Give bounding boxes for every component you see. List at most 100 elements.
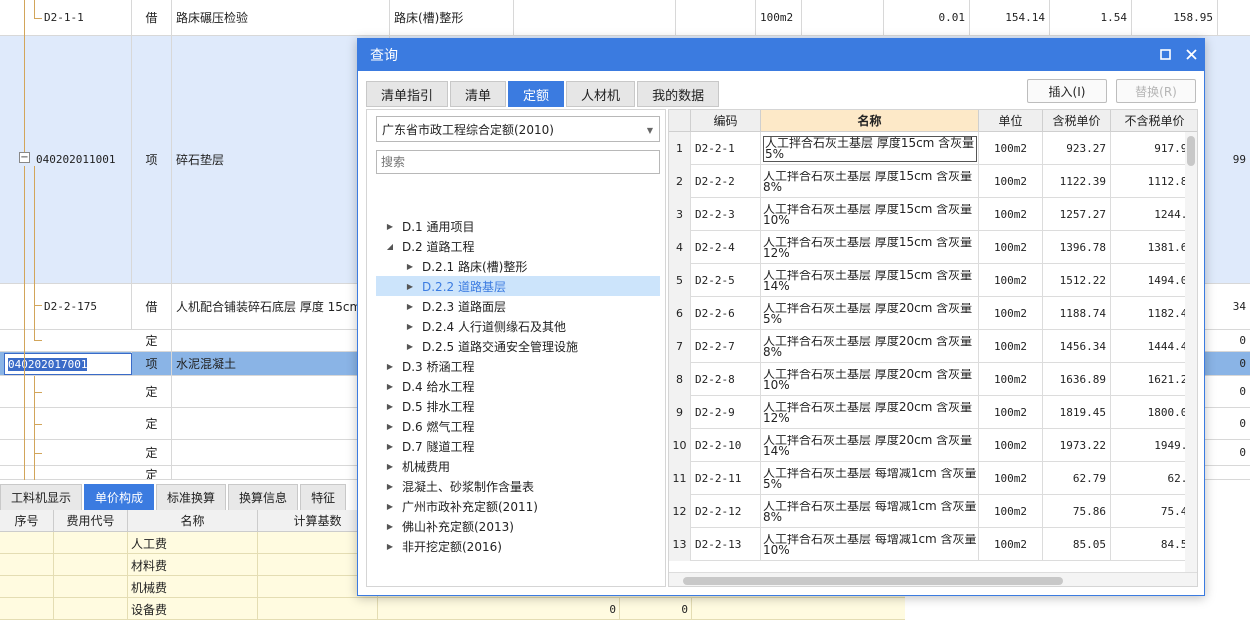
maximize-icon[interactable] xyxy=(1156,45,1174,63)
caret-right-icon[interactable]: ▶ xyxy=(404,322,416,331)
caret-right-icon[interactable]: ▶ xyxy=(384,522,396,531)
cell-code: D2-2-8 xyxy=(691,363,761,396)
tree-item[interactable]: ▶ D.4 给水工程 xyxy=(376,376,660,396)
table-row[interactable]: 5 D2-2-5 人工拌合石灰土基层 厚度15cm 含灰量14% 100m2 1512.… xyxy=(669,264,1197,297)
cell-index: 5 xyxy=(669,264,691,297)
col-header-unit[interactable]: 单位 xyxy=(979,110,1043,132)
caret-right-icon[interactable]: ▶ xyxy=(404,262,416,271)
caret-right-icon[interactable]: ▶ xyxy=(384,382,396,391)
table-row[interactable]: 设备费 0 0 xyxy=(0,598,905,620)
caret-right-icon[interactable]: ▶ xyxy=(384,362,396,371)
cell-price-tax: 1257.27 xyxy=(1043,198,1111,231)
col-header-price[interactable]: 不含税单价 xyxy=(1111,110,1197,132)
tab-bill[interactable]: 清单 xyxy=(450,81,507,107)
tab-material-display[interactable]: 工料机显示 xyxy=(0,484,83,510)
cell-name-text: 人工拌合石灰土基层 厚度20cm 含灰量12% xyxy=(763,401,973,424)
caret-right-icon[interactable]: ▶ xyxy=(404,282,416,291)
tab-my-data[interactable]: 我的数据 xyxy=(637,81,720,107)
cell-code: D2-2-4 xyxy=(691,231,761,264)
tab-quota[interactable]: 定额 xyxy=(508,81,565,107)
tree-item[interactable]: ▶ D.2.5 道路交通安全管理设施 xyxy=(376,336,660,356)
row-tail: 0 xyxy=(1239,385,1246,398)
table-row[interactable]: 10 D2-2-10 人工拌合石灰土基层 厚度20cm 含灰量14% 100m2 197… xyxy=(669,429,1197,462)
table-row[interactable]: 13 D2-2-13 人工拌合石灰土基层 每增减1cm 含灰量10% 100m2 85.… xyxy=(669,528,1197,561)
tree-item[interactable]: ▶ D.1 通用项目 xyxy=(376,216,660,236)
caret-right-icon[interactable]: ▶ xyxy=(384,402,396,411)
cell-code: D2-2-6 xyxy=(691,297,761,330)
caret-right-icon[interactable]: ▶ xyxy=(384,462,396,471)
caret-right-icon[interactable]: ▶ xyxy=(384,542,396,551)
tree-item-label: D.6 燃气工程 xyxy=(402,419,475,434)
search-input[interactable] xyxy=(376,150,660,174)
tree-item[interactable]: ▶ D.3 桥涵工程 xyxy=(376,356,660,376)
cell-unit: 100m2 xyxy=(979,264,1043,297)
tree-item[interactable]: ▶ D.2.2 道路基层 xyxy=(376,276,660,296)
tree-item[interactable]: ▶ 混凝土、砂浆制作含量表 xyxy=(376,476,660,496)
tree-item[interactable]: ▶ D.2.3 道路面层 xyxy=(376,296,660,316)
caret-right-icon[interactable]: ▶ xyxy=(404,342,416,351)
scroll-thumb[interactable] xyxy=(683,577,1063,585)
tree-item-label: D.4 给水工程 xyxy=(402,379,475,394)
col-header-price-tax[interactable]: 含税单价 xyxy=(1043,110,1111,132)
table-row[interactable]: 6 D2-2-6 人工拌合石灰土基层 厚度20cm 含灰量5% 100m2 1188.7… xyxy=(669,297,1197,330)
tree-item[interactable]: ◢ D.2 道路工程 xyxy=(376,236,660,256)
cell-name-text: 人工拌合石灰土基层 每增减1cm 含灰量8% xyxy=(763,500,977,523)
tab-materials[interactable]: 人材机 xyxy=(566,81,636,107)
table-row[interactable]: 12 D2-2-12 人工拌合石灰土基层 每增减1cm 含灰量8% 100m2 75.8… xyxy=(669,495,1197,528)
tab-unit-price[interactable]: 单价构成 xyxy=(84,484,155,510)
caret-right-icon[interactable]: ▶ xyxy=(384,502,396,511)
tree-item[interactable]: ▶ D.5 排水工程 xyxy=(376,396,660,416)
cell xyxy=(0,576,54,598)
caret-right-icon[interactable]: ▶ xyxy=(384,442,396,451)
col-header-name[interactable]: 名称 xyxy=(128,510,258,532)
tree-item-label: D.2.5 道路交通安全管理设施 xyxy=(422,339,578,354)
dialog-tabs: 清单指引 清单 定额 人材机 我的数据 xyxy=(366,81,721,107)
caret-right-icon[interactable]: ▶ xyxy=(384,482,396,491)
caret-right-icon[interactable]: ▶ xyxy=(384,422,396,431)
horizontal-scrollbar[interactable] xyxy=(669,572,1197,586)
collapse-icon[interactable]: − xyxy=(19,152,30,163)
caret-down-icon[interactable]: ◢ xyxy=(384,242,396,251)
caret-right-icon[interactable]: ▶ xyxy=(404,302,416,311)
tree-item[interactable]: ▶ D.7 隧道工程 xyxy=(376,436,660,456)
close-icon[interactable] xyxy=(1182,45,1200,63)
cell-name-text: 人工拌合石灰土基层 厚度20cm 含灰量5% xyxy=(763,302,973,325)
tree-item[interactable]: ▶ D.2.4 人行道侧缘石及其他 xyxy=(376,316,660,336)
table-row[interactable]: D2-1-1 借 路床碾压检验 路床(槽)整形 100m2 0.01 154.1… xyxy=(0,0,1250,36)
table-row[interactable]: 11 D2-2-11 人工拌合石灰土基层 每增减1cm 含灰量5% 100m2 62.7… xyxy=(669,462,1197,495)
table-row[interactable]: 4 D2-2-4 人工拌合石灰土基层 厚度15cm 含灰量12% 100m2 1396.… xyxy=(669,231,1197,264)
vertical-scrollbar[interactable] xyxy=(1185,132,1197,572)
table-row[interactable]: 1 D2-2-1 人工拌合石灰土基层 厚度15cm 含灰量5% 100m2 923.27… xyxy=(669,132,1197,165)
tree-item[interactable]: ▶ 佛山补充定额(2013) xyxy=(376,516,660,536)
dialog-title-bar[interactable]: 查询 xyxy=(358,39,1204,71)
table-row[interactable]: 9 D2-2-9 人工拌合石灰土基层 厚度20cm 含灰量12% 100m2 1819.… xyxy=(669,396,1197,429)
col-header-code[interactable]: 编码 xyxy=(691,110,761,132)
col-header-name[interactable]: 名称 xyxy=(761,110,979,132)
cell-index: 7 xyxy=(669,330,691,363)
tab-standard-conversion[interactable]: 标准换算 xyxy=(156,484,227,510)
tree-item[interactable]: ▶ 非开挖定额(2016) xyxy=(376,536,660,556)
cell-index: 10 xyxy=(669,429,691,462)
tree-item[interactable]: ▶ D.6 燃气工程 xyxy=(376,416,660,436)
library-select[interactable]: 广东省市政工程综合定额(2010) ▼ xyxy=(376,116,660,142)
table-row[interactable]: 3 D2-2-3 人工拌合石灰土基层 厚度15cm 含灰量10% 100m2 1257.… xyxy=(669,198,1197,231)
scroll-thumb[interactable] xyxy=(1187,136,1195,166)
table-row[interactable]: 7 D2-2-7 人工拌合石灰土基层 厚度20cm 含灰量8% 100m2 1456.3… xyxy=(669,330,1197,363)
tree-item[interactable]: ▶ 机械费用 xyxy=(376,456,660,476)
insert-button[interactable]: 插入(I) xyxy=(1027,79,1107,103)
tree-item[interactable]: ▶ 广州市政补充定额(2011) xyxy=(376,496,660,516)
row-tail: 0 xyxy=(1239,334,1246,347)
caret-right-icon[interactable]: ▶ xyxy=(384,222,396,231)
col-header-code[interactable]: 费用代号 xyxy=(54,510,128,532)
col-header-index[interactable]: 序号 xyxy=(0,510,54,532)
tree-item[interactable]: ▶ D.2.1 路床(槽)整形 xyxy=(376,256,660,276)
replace-button[interactable]: 替换(R) xyxy=(1116,79,1196,103)
table-row[interactable]: 8 D2-2-8 人工拌合石灰土基层 厚度20cm 含灰量10% 100m2 1636.… xyxy=(669,363,1197,396)
tab-bill-guide[interactable]: 清单指引 xyxy=(366,81,449,107)
cell-index: 13 xyxy=(669,528,691,561)
tab-conversion-info[interactable]: 换算信息 xyxy=(228,484,299,510)
table-row[interactable]: 2 D2-2-2 人工拌合石灰土基层 厚度15cm 含灰量8% 100m2 1122.3… xyxy=(669,165,1197,198)
tab-features[interactable]: 特征 xyxy=(300,484,347,510)
row-unit: 100m2 xyxy=(756,0,802,35)
cell-name: 人工拌合石灰土基层 厚度20cm 含灰量5% xyxy=(761,297,979,330)
